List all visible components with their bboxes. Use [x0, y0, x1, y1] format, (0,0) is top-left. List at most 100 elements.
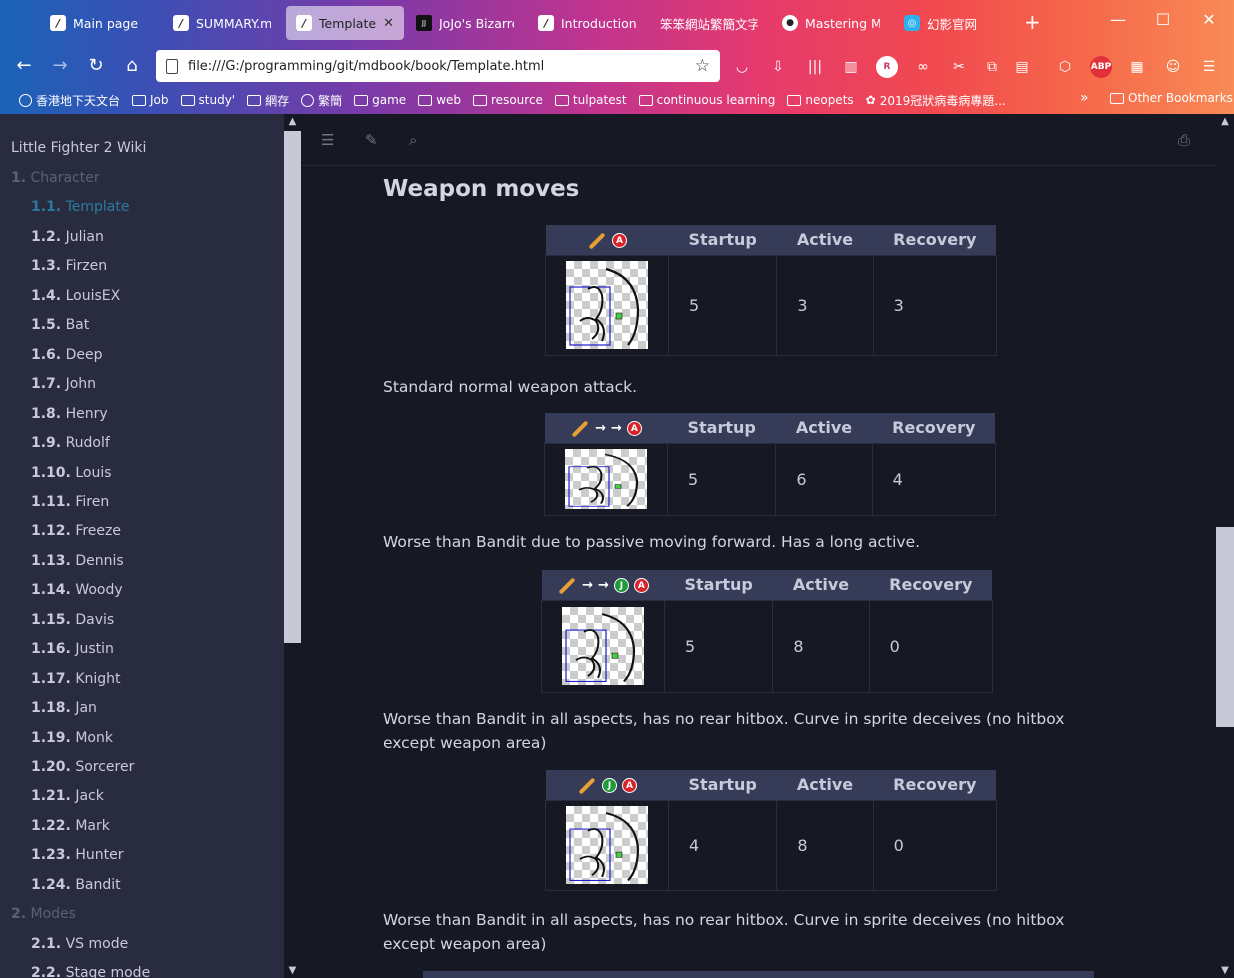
sidebar-item[interactable]: 1.14. Woody	[31, 582, 123, 598]
sidebar-item[interactable]: 1.20. Sorcerer	[31, 759, 134, 775]
page-scroll-thumb[interactable]	[1216, 527, 1234, 727]
column-header-active: Active	[772, 570, 870, 600]
flower-icon: ✿	[865, 93, 876, 107]
sidebar-item[interactable]: 1.5. Bat	[31, 317, 89, 333]
sidebar-item[interactable]: 1.1. Template	[31, 199, 129, 215]
sidebar-item[interactable]: 1.10. Louis	[31, 465, 112, 481]
tab-mastering[interactable]: ● Mastering Mar	[772, 6, 890, 40]
shield-icon[interactable]: ⬡	[1054, 56, 1076, 78]
chapter-label: Dennis	[75, 553, 124, 569]
search-icon[interactable]: ⌕	[409, 131, 417, 149]
tab-phantom[interactable]: ◎ 幻影官网	[894, 6, 1012, 40]
sidebar-scrollbar[interactable]: ▲ ▼	[284, 114, 301, 978]
sidebar-item[interactable]: 2.1. VS mode	[31, 936, 128, 952]
pocket-icon[interactable]: ◡	[731, 56, 753, 78]
maximize-icon[interactable]: ☐	[1148, 10, 1178, 29]
library-icon[interactable]: |||	[804, 56, 826, 78]
print-icon[interactable]: ⎙	[1178, 131, 1190, 149]
close-tab-icon[interactable]: ✕	[383, 16, 394, 31]
globe-icon	[301, 93, 315, 107]
tab-kanji-converter[interactable]: 笨笨網站繁簡文字	[650, 6, 768, 40]
sidebar-item[interactable]: 1.23. Hunter	[31, 847, 123, 863]
qr-icon[interactable]: ▦	[1126, 56, 1148, 78]
bookmark-folder-resource[interactable]: resource	[468, 93, 548, 107]
address-bar[interactable]: file:///G:/programming/git/mdbook/book/T…	[156, 50, 720, 82]
sidebar-item[interactable]: 1.17. Knight	[31, 671, 121, 687]
toggle-sidebar-icon[interactable]: ☰	[321, 131, 334, 149]
sidebar-item[interactable]: 1.6. Deep	[31, 347, 102, 363]
sidebar-item[interactable]: 1.9. Rudolf	[31, 435, 110, 451]
sidebar-item[interactable]: 2.2. Stage mode	[31, 965, 150, 978]
sidebar-item[interactable]: 1.18. Jan	[31, 700, 97, 716]
bookmark-covid[interactable]: ✿ 2019冠狀病毒病專題...	[861, 92, 1011, 109]
bookmark-folder-neopets[interactable]: neopets	[782, 93, 858, 107]
bookmark-star-icon[interactable]: ☆	[695, 56, 710, 76]
sidebar-scroll-thumb[interactable]	[284, 131, 301, 643]
sidebar-item[interactable]: 1.24. Bandit	[31, 877, 121, 893]
sidebar-section[interactable]: 1. Character	[11, 170, 100, 186]
infinity-icon[interactable]: ∞	[912, 56, 934, 78]
back-icon[interactable]: ←	[12, 55, 36, 76]
sidebar-toggle-icon[interactable]: ▥	[840, 56, 862, 78]
download-icon[interactable]: ⇩	[767, 56, 789, 78]
sidebar-item[interactable]: 1.12. Freeze	[31, 523, 121, 539]
move-description: Standard normal weapon attack.	[383, 378, 638, 396]
chapter-label: Mark	[75, 818, 110, 834]
recovery-value: 0	[868, 599, 993, 693]
chapter-label: Jan	[75, 700, 97, 716]
sidebar-section[interactable]: 2. Modes	[11, 906, 76, 922]
folder-icon	[180, 94, 195, 106]
book-title[interactable]: Little Fighter 2 Wiki	[11, 140, 146, 156]
sidebar-item[interactable]: 1.19. Monk	[31, 730, 113, 746]
scroll-up-icon[interactable]: ▲	[1216, 116, 1234, 127]
tab-template[interactable]: / Template ✕	[286, 6, 404, 40]
sidebar-item[interactable]: 1.21. Jack	[31, 788, 104, 804]
bookmark-folder-web[interactable]: web	[413, 93, 466, 107]
sidebar-item[interactable]: 1.15. Davis	[31, 612, 114, 628]
bookmark-folder-tulpatest[interactable]: tulpatest	[550, 93, 632, 107]
sidebar-item[interactable]: 1.2. Julian	[31, 229, 104, 245]
home-icon[interactable]: ⌂	[120, 55, 144, 76]
translate-icon[interactable]: ⧉	[981, 56, 1003, 78]
scissors-icon[interactable]: ✂	[948, 56, 970, 78]
chapter-label: Julian	[65, 229, 104, 245]
forward-icon[interactable]: →	[48, 55, 72, 76]
sidebar-item[interactable]: 1.4. LouisEX	[31, 288, 120, 304]
bookmark-hk-observatory[interactable]: 香港地下天文台	[14, 92, 125, 109]
sidebar-item[interactable]: 1.7. John	[31, 376, 96, 392]
sidebar-item[interactable]: 1.8. Henry	[31, 406, 108, 422]
sidebar-item[interactable]: 1.22. Mark	[31, 818, 110, 834]
new-tab-icon[interactable]: +	[1024, 10, 1041, 34]
sidebar-item[interactable]: 1.11. Firen	[31, 494, 109, 510]
sidebar-item[interactable]: 1.16. Justin	[31, 641, 114, 657]
bookmark-folder-game[interactable]: game	[349, 93, 411, 107]
page-scrollbar[interactable]: ▲ ▼	[1216, 114, 1234, 978]
tab-summary[interactable]: / SUMMARY.md	[163, 6, 281, 40]
folder-icon	[1110, 92, 1124, 104]
url-text[interactable]: file:///G:/programming/git/mdbook/book/T…	[188, 59, 685, 74]
adblock-icon[interactable]: ABP	[1090, 56, 1112, 78]
tab-main-page[interactable]: / Main page	[40, 6, 158, 40]
bookmark-folder-continuous-learning[interactable]: continuous learning	[634, 93, 781, 107]
more-bookmarks-icon[interactable]: »	[1080, 90, 1089, 106]
reader-extension-icon[interactable]: R	[876, 56, 898, 78]
minimize-icon[interactable]: —	[1103, 10, 1133, 29]
reload-icon[interactable]: ↻	[84, 55, 108, 76]
scroll-down-icon[interactable]: ▼	[1216, 965, 1234, 976]
bookmark-trad-simp[interactable]: 繁簡	[296, 92, 347, 109]
bookmark-folder-archive[interactable]: 網存	[242, 92, 294, 109]
scroll-down-icon[interactable]: ▼	[284, 965, 301, 976]
scroll-up-icon[interactable]: ▲	[284, 116, 301, 127]
sidebar-item[interactable]: 1.3. Firzen	[31, 258, 107, 274]
tab-jojo[interactable]: JJ JoJo's Bizarre A	[406, 6, 524, 40]
clipboard-icon[interactable]: ▤	[1011, 56, 1033, 78]
close-window-icon[interactable]: ✕	[1194, 10, 1224, 29]
other-bookmarks[interactable]: Other Bookmarks	[1110, 91, 1233, 105]
bookmark-folder-study[interactable]: study'	[176, 93, 241, 107]
menu-icon[interactable]: ☰	[1198, 56, 1220, 78]
sidebar-item[interactable]: 1.13. Dennis	[31, 553, 124, 569]
tab-introduction[interactable]: / Introduction -	[528, 6, 646, 40]
bookmark-folder-job[interactable]: Job	[127, 93, 174, 107]
theme-brush-icon[interactable]: ✎	[365, 131, 378, 149]
monkey-icon[interactable]: ☺	[1162, 56, 1184, 78]
